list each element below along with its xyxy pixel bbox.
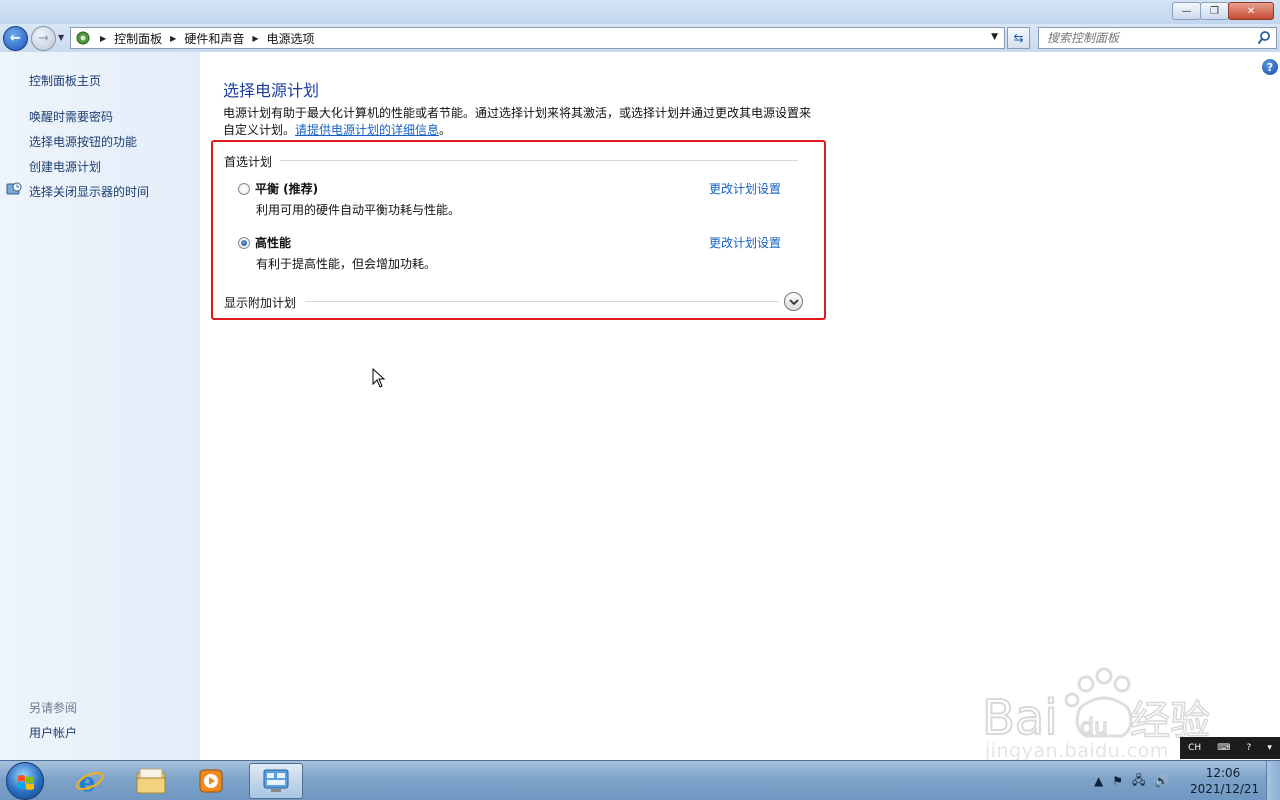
preferred-plans-heading: 首选计划: [224, 153, 279, 170]
taskbar-control-panel[interactable]: [249, 763, 303, 799]
see-also-heading: 另请参阅: [29, 701, 78, 715]
control-panel-icon: [74, 29, 92, 47]
start-button[interactable]: [6, 762, 44, 800]
expand-button[interactable]: [784, 292, 803, 311]
navigation-bar: ← → ▼ ▶ 控制面板 ▶ 硬件和声音 ▶ 电源选项 ▼ ⇆: [0, 24, 1280, 52]
breadcrumb: ▶ 控制面板 ▶ 硬件和声音 ▶ 电源选项: [92, 30, 315, 47]
chevron-down-icon: [788, 298, 799, 305]
taskbar-file-explorer[interactable]: [124, 763, 178, 799]
breadcrumb-control-panel[interactable]: 控制面板: [114, 30, 162, 47]
ime-options-icon[interactable]: ▾: [1267, 743, 1272, 753]
plan-details-link[interactable]: 请提供电源计划的详细信息: [295, 123, 439, 137]
refresh-icon: ⇆: [1013, 31, 1024, 45]
show-desktop-button[interactable]: [1266, 761, 1280, 800]
svg-text:Bai: Bai: [982, 690, 1058, 746]
plan-high-performance-desc: 有利于提高性能，但会增加功耗。: [256, 257, 437, 271]
window-titlebar: — ❐ ✕: [0, 0, 1280, 24]
search-icon[interactable]: [1257, 30, 1271, 46]
recent-pages-dropdown[interactable]: ▼: [58, 33, 64, 42]
breadcrumb-power-options[interactable]: 电源选项: [267, 30, 315, 47]
page-title: 选择电源计划: [223, 81, 320, 100]
sidebar-item-create-plan[interactable]: 创建电源计划: [29, 158, 101, 175]
address-history-dropdown-icon[interactable]: ▼: [991, 32, 998, 42]
plan-high-performance-settings-link[interactable]: 更改计划设置: [709, 234, 781, 251]
svg-text:du: du: [1080, 715, 1108, 740]
window-controls: — ❐ ✕: [1172, 2, 1274, 20]
breadcrumb-arrow-icon[interactable]: ▶: [100, 34, 106, 43]
main-content: ? 选择电源计划 电源计划有助于最大化计算机的性能或者节能。通过选择计划来将其激…: [200, 52, 1280, 760]
search-box[interactable]: [1038, 27, 1277, 49]
back-arrow-icon: ←: [10, 31, 21, 46]
group-divider: [280, 160, 798, 161]
search-input[interactable]: [1039, 28, 1249, 48]
close-button[interactable]: ✕: [1228, 2, 1274, 20]
plan-balanced-name[interactable]: 平衡 (推荐): [255, 180, 318, 197]
ime-help-icon[interactable]: ?: [1246, 743, 1251, 753]
system-tray: ▲ ⚑ 🖧 🔊: [1094, 761, 1178, 800]
internet-explorer-icon: e: [76, 768, 104, 796]
taskbar-media-player[interactable]: [184, 763, 238, 799]
folder-icon: [136, 768, 166, 794]
show-hidden-icons-icon[interactable]: ▲: [1094, 774, 1103, 788]
sidebar-item-wakeup-password[interactable]: 唤醒时需要密码: [29, 108, 113, 125]
clock-time: 12:06: [1205, 766, 1241, 780]
plan-balanced-desc: 利用可用的硬件自动平衡功耗与性能。: [256, 203, 461, 217]
display-timer-icon: [6, 182, 22, 195]
breadcrumb-arrow-icon[interactable]: ▶: [170, 34, 176, 43]
windows-logo-icon: [18, 775, 34, 790]
sidebar-item-display-off-time[interactable]: 选择关闭显示器的时间: [29, 183, 149, 200]
refresh-button[interactable]: ⇆: [1007, 27, 1030, 49]
clock[interactable]: 12:06 2021/12/21: [1190, 765, 1260, 797]
maximize-button[interactable]: ❐: [1200, 2, 1229, 20]
plan-balanced-settings-link[interactable]: 更改计划设置: [709, 180, 781, 197]
control-panel-window-icon: [263, 769, 289, 792]
sidebar: 控制面板主页 唤醒时需要密码 选择电源按钮的功能 创建电源计划 选择关闭显示器的…: [0, 52, 200, 760]
ime-language[interactable]: CH: [1188, 743, 1201, 753]
svg-text:e: e: [79, 768, 96, 796]
watermark-url: jingyan.baidu.com: [985, 740, 1169, 762]
plan-high-performance-radio[interactable]: [238, 237, 250, 249]
plan-balanced-radio[interactable]: [238, 183, 250, 195]
back-button[interactable]: ←: [3, 26, 28, 51]
keyboard-icon[interactable]: ⌨: [1217, 743, 1230, 753]
media-player-icon: [199, 769, 223, 793]
minimize-button[interactable]: —: [1172, 2, 1201, 20]
network-icon[interactable]: 🖧: [1132, 771, 1145, 792]
show-more-divider: [305, 301, 779, 302]
breadcrumb-hardware-sound[interactable]: 硬件和声音: [184, 30, 244, 47]
sidebar-control-panel-home[interactable]: 控制面板主页: [29, 72, 101, 89]
breadcrumb-arrow-icon[interactable]: ▶: [252, 34, 258, 43]
taskbar: e ▲ ⚑ 🖧 🔊 12:06 2021/12/21: [0, 760, 1280, 800]
clock-date: 2021/12/21: [1190, 782, 1260, 796]
plan-high-performance-name[interactable]: 高性能: [255, 234, 291, 251]
address-bar[interactable]: ▶ 控制面板 ▶ 硬件和声音 ▶ 电源选项 ▼: [70, 27, 1005, 49]
taskbar-internet-explorer[interactable]: e: [63, 763, 117, 799]
sidebar-item-power-button[interactable]: 选择电源按钮的功能: [29, 133, 137, 150]
help-icon[interactable]: ?: [1262, 59, 1278, 75]
forward-arrow-icon: →: [38, 31, 49, 46]
ime-language-bar[interactable]: CH ⌨ ? ▾: [1180, 737, 1280, 759]
show-additional-plans-label[interactable]: 显示附加计划: [224, 294, 303, 311]
volume-icon[interactable]: 🔊: [1154, 774, 1169, 788]
action-center-flag-icon[interactable]: ⚑: [1112, 774, 1123, 788]
sidebar-item-user-accounts[interactable]: 用户帐户: [29, 724, 77, 741]
forward-button[interactable]: →: [31, 26, 56, 51]
page-description: 电源计划有助于最大化计算机的性能或者节能。通过选择计划来将其激活，或选择计划并通…: [223, 106, 812, 137]
mouse-cursor-icon: [372, 368, 386, 388]
highlight-box: [211, 140, 826, 320]
